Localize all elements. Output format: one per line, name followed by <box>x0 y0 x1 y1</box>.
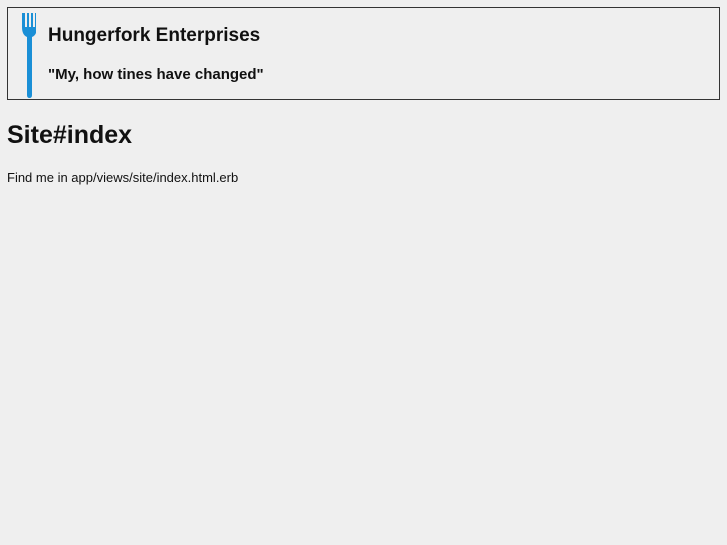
page-title: Site#index <box>7 121 133 149</box>
page: Hungerfork Enterprises "My, how tines ha… <box>0 0 727 545</box>
fork-icon <box>22 13 36 98</box>
company-name: Hungerfork Enterprises <box>48 25 261 46</box>
view-path-text: Find me in app/views/site/index.html.erb <box>7 170 239 185</box>
company-tagline: "My, how tines have changed" <box>48 66 264 83</box>
site-header: Hungerfork Enterprises "My, how tines ha… <box>7 7 720 100</box>
